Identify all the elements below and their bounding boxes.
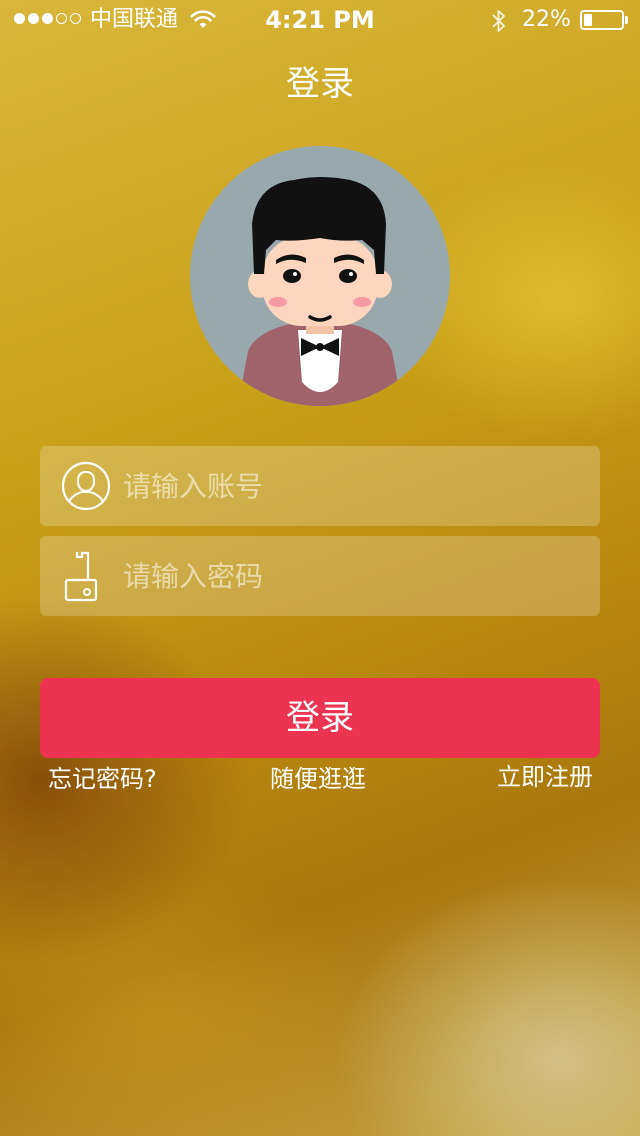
battery-percent: 22%: [522, 7, 571, 32]
bluetooth-icon: [492, 10, 505, 32]
browse-link[interactable]: 随便逛逛: [270, 764, 366, 794]
register-link[interactable]: 立即注册: [497, 762, 593, 792]
key-icon: [64, 551, 98, 602]
page-title: 登录: [286, 64, 354, 104]
login-button[interactable]: 登录: [40, 678, 600, 758]
password-input[interactable]: [123, 556, 573, 596]
user-icon: [61, 461, 111, 511]
password-field[interactable]: [40, 536, 600, 616]
forgot-password-link[interactable]: 忘记密码?: [48, 764, 157, 794]
user-avatar-illustration[interactable]: [190, 146, 450, 406]
battery-icon: [580, 10, 624, 30]
status-bar: 中国联通 4:21 PM 22%: [0, 0, 640, 40]
username-input[interactable]: [123, 466, 573, 506]
battery-level-fill: [584, 14, 592, 26]
username-field[interactable]: [40, 446, 600, 526]
battery-tip: [625, 16, 628, 24]
